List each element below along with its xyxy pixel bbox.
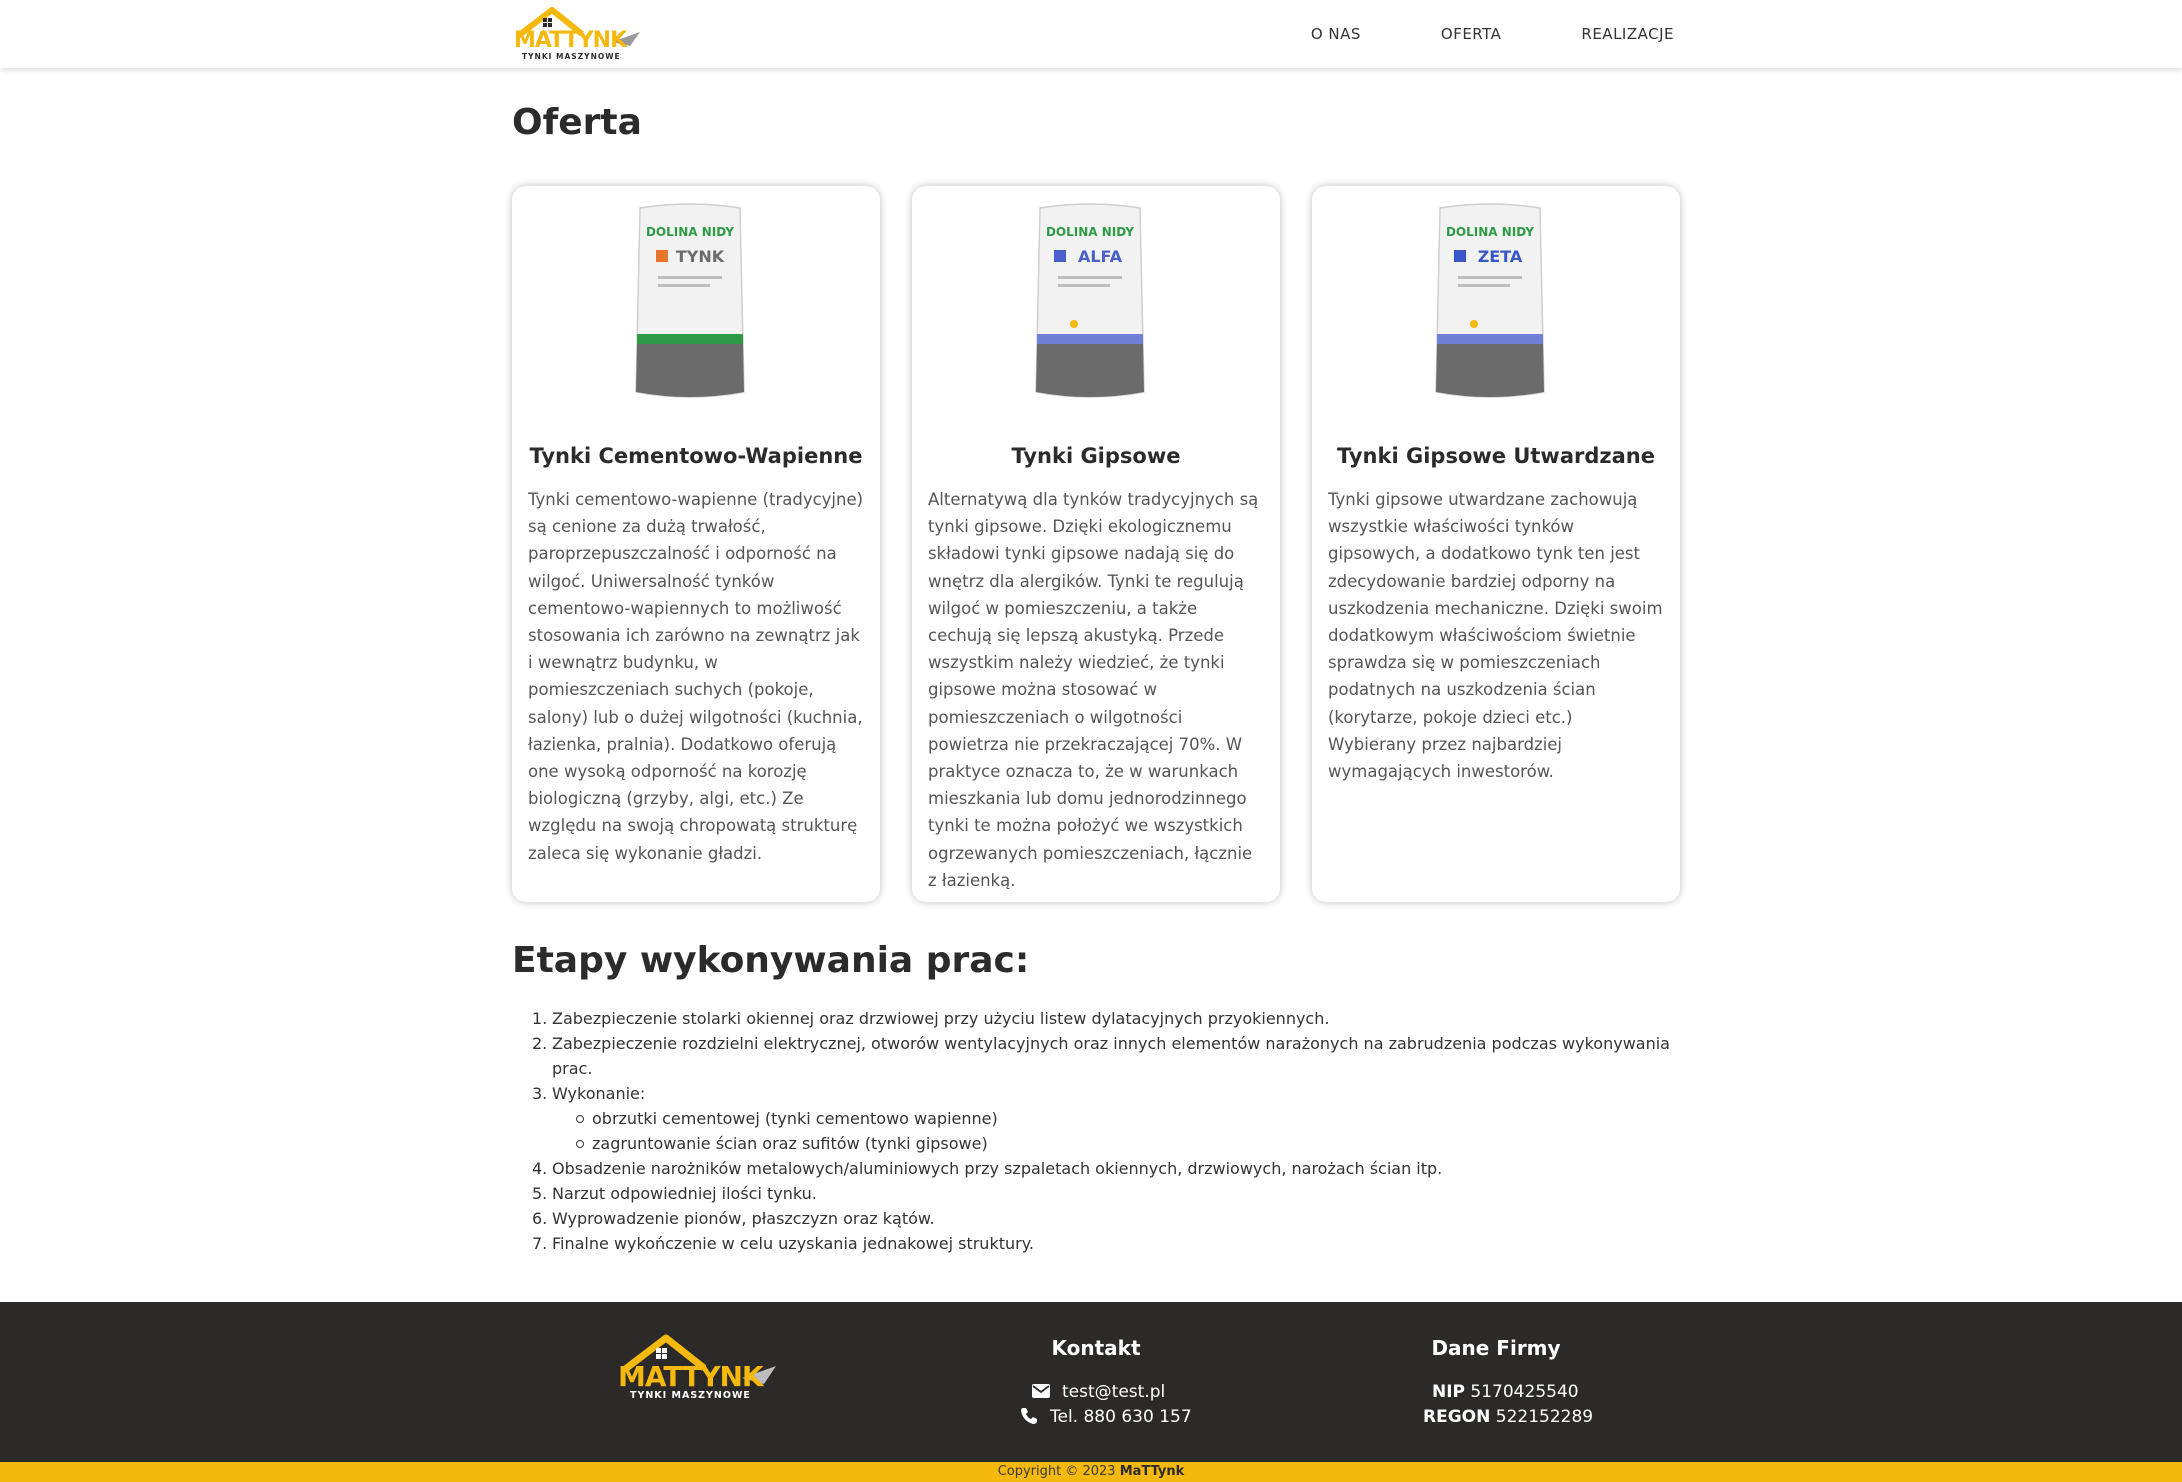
sub-list-item: obrzutki cementowej (tynki cementowo wap… [576, 1106, 1702, 1131]
footer-logo[interactable]: MATTYNK TYNKI MASZYNOWE [616, 1332, 778, 1402]
contact-email[interactable]: test@test.pl [1032, 1382, 1165, 1402]
svg-text:TYNK: TYNK [676, 247, 725, 266]
bag-stripe [1037, 334, 1143, 344]
contact-title: Kontakt [1051, 1336, 1141, 1360]
site-footer: MATTYNK TYNKI MASZYNOWE Kontakt test@tes… [0, 1302, 2182, 1462]
steps-title: Etapy wykonywania prac: [512, 940, 1030, 981]
offer-card-gipsowe: DOLINA NIDY ALFA Tynki Gipsowe Alternaty… [912, 186, 1280, 902]
offer-card-cementowo-wapienne: DOLINA NIDY TYNK Tynki Cementowo-Wapienn… [512, 186, 880, 902]
nav-item-realizacje[interactable]: REALIZACJE [1581, 25, 1674, 43]
bag-stripe [637, 334, 743, 344]
steps-list: 1. Zabezpieczenie stolarki okiennej oraz … [512, 1006, 1702, 1256]
main-nav: O NAS OFERTA REALIZACJE [1311, 0, 1674, 68]
svg-text:DOLINA NIDY: DOLINA NIDY [646, 225, 734, 239]
nav-item-oferta[interactable]: OFERTA [1441, 25, 1502, 43]
sub-list-item: zagruntowanie ścian oraz sufitów (tynki … [576, 1131, 1702, 1156]
logo-tagline: TYNKI MASZYNOWE [522, 52, 621, 61]
logo-brand: MATTYNK [514, 28, 627, 53]
svg-text:DOLINA NIDY: DOLINA NIDY [1046, 225, 1134, 239]
logo-tagline: TYNKI MASZYNOWE [630, 1390, 751, 1401]
card-description: Alternatywą dla tynków tradycyjnych są t… [928, 490, 1259, 890]
copyright-brand: MaTTynk [1119, 1464, 1185, 1479]
svg-text:ZETA: ZETA [1478, 247, 1523, 266]
card-title: Tynki Cementowo-Wapienne [529, 444, 863, 468]
list-item: 7. Finalne wykończenie w celu uzyskania j… [532, 1234, 1034, 1253]
list-item: 4. Obsadzenie narożników metalowych/alumi… [532, 1159, 1443, 1178]
header-logo[interactable]: MATTYNK TYNKI MASZYNOWE [512, 6, 642, 62]
copyright-bar: Copyright © 2023 MaTTynk [0, 1462, 2182, 1482]
card-description: Tynki gipsowe utwardzane zachowują wszys… [1328, 490, 1663, 782]
list-item: 2. Zabezpieczenie rozdzielni elektrycznej… [532, 1034, 1670, 1078]
list-item: 5. Narzut odpowiedniej ilości tynku. [532, 1184, 817, 1203]
contact-phone[interactable]: Tel. 880 630 157 [1020, 1407, 1192, 1427]
page-title: Oferta [512, 102, 642, 143]
company-regon: REGON 522152289 [1423, 1407, 1594, 1427]
bag-stripe [1437, 334, 1543, 344]
svg-text:DOLINA NIDY: DOLINA NIDY [1446, 225, 1534, 239]
envelope-icon [1032, 1384, 1050, 1398]
phone-icon [1021, 1408, 1037, 1424]
nav-item-o-nas[interactable]: O NAS [1311, 25, 1361, 43]
offer-cards: DOLINA NIDY TYNK Tynki Cementowo-Wapienn… [512, 186, 1682, 902]
card-title: Tynki Gipsowe [1011, 444, 1181, 468]
list-item: 3. Wykonanie: obrzutki cementowej (tynki … [532, 1081, 1702, 1156]
product-bag-image: DOLINA NIDY ALFA [1035, 203, 1145, 398]
list-item: 1. Zabezpieczenie stolarki okiennej oraz … [532, 1009, 1330, 1028]
card-description: Tynki cementowo-wapienne (tradycyjne) są… [528, 490, 864, 863]
product-bag-image: DOLINA NIDY TYNK [635, 203, 745, 398]
offer-card-gipsowe-utwardzane: DOLINA NIDY ZETA Tynki Gipsowe Utwardzan… [1312, 186, 1680, 902]
company-title: Dane Firmy [1431, 1336, 1561, 1360]
copyright-text: Copyright © 2023 [997, 1464, 1116, 1479]
product-bag-image: DOLINA NIDY ZETA [1435, 203, 1545, 398]
company-nip: NIP 5170425540 [1432, 1382, 1579, 1402]
logo-brand: MATTYNK [618, 1360, 764, 1393]
card-title: Tynki Gipsowe Utwardzane [1337, 444, 1655, 468]
svg-text:ALFA: ALFA [1078, 247, 1123, 266]
site-header: MATTYNK TYNKI MASZYNOWE O NAS OFERTA REA… [0, 0, 2182, 68]
list-item: 6. Wyprowadzenie pionów, płaszczyzn oraz … [532, 1209, 935, 1228]
